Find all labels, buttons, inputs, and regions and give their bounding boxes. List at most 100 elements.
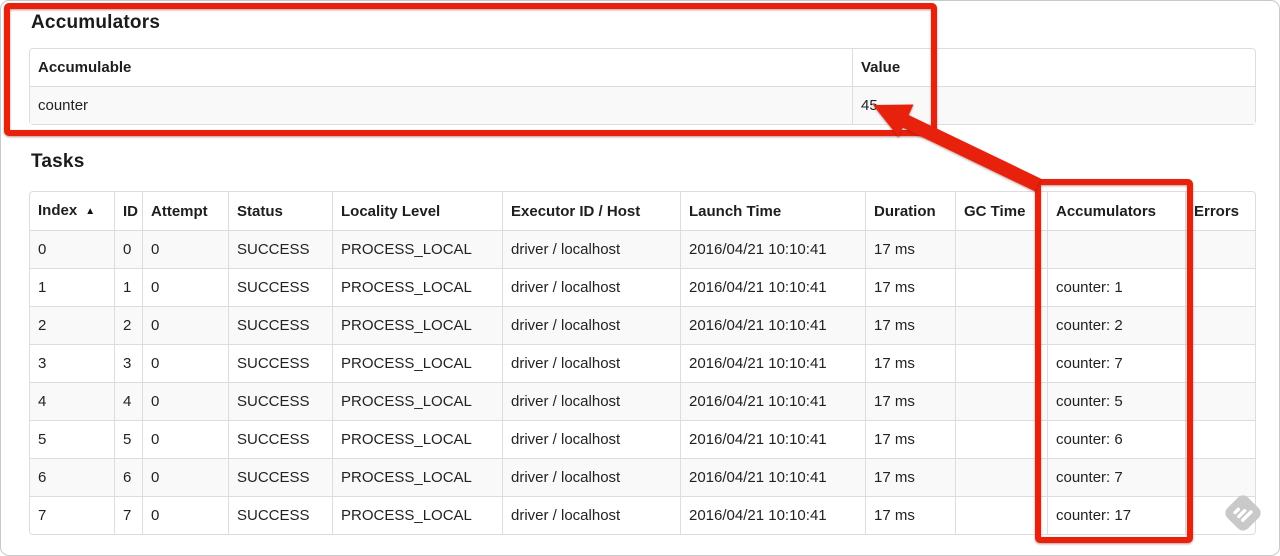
table-cell: counter: 7	[1047, 458, 1185, 496]
table-cell: counter: 7	[1047, 344, 1185, 382]
table-cell: driver / localhost	[502, 306, 680, 344]
column-header-status[interactable]: Status	[228, 192, 332, 230]
column-header-gc-time[interactable]: GC Time	[955, 192, 1047, 230]
table-cell: 2016/04/21 10:10:41	[680, 458, 865, 496]
table-cell: 2016/04/21 10:10:41	[680, 344, 865, 382]
column-header-label: ID	[123, 202, 138, 220]
table-cell: 3	[114, 344, 142, 382]
column-header-locality-level[interactable]: Locality Level	[332, 192, 502, 230]
column-header-label: Locality Level	[341, 202, 441, 220]
table-cell	[1185, 306, 1255, 344]
table-cell: PROCESS_LOCAL	[332, 268, 502, 306]
table-row: 6 6 0 SUCCESS PROCESS_LOCAL driver / localhos…	[30, 458, 1255, 496]
table-cell	[955, 344, 1047, 382]
table-cell: PROCESS_LOCAL	[332, 458, 502, 496]
tasks-table: Index ▲ ID Attempt Status Locality Level Execu…	[29, 191, 1256, 535]
column-header-errors[interactable]: Errors	[1185, 192, 1255, 230]
table-cell: counter: 17	[1047, 496, 1185, 534]
table-cell: 2016/04/21 10:10:41	[680, 382, 865, 420]
accumulators-section-heading: Accumulators	[31, 12, 161, 33]
table-cell: 17 ms	[865, 420, 955, 458]
table-cell: PROCESS_LOCAL	[332, 306, 502, 344]
column-header-label: Accumulators	[1056, 202, 1157, 220]
table-cell: 2016/04/21 10:10:41	[680, 306, 865, 344]
table-cell	[955, 496, 1047, 534]
table-cell: SUCCESS	[228, 230, 332, 268]
table-cell: driver / localhost	[502, 382, 680, 420]
table-cell	[955, 420, 1047, 458]
table-cell	[1185, 382, 1255, 420]
table-cell: 4	[30, 382, 114, 420]
table-cell: driver / localhost	[502, 344, 680, 382]
header-row: Index ▲ ID Attempt Status Locality Level Execu…	[30, 192, 1255, 230]
table-row: 0 0 0 SUCCESS PROCESS_LOCAL driver / localhos…	[30, 230, 1255, 268]
table-cell: 4	[114, 382, 142, 420]
table-cell: 0	[142, 496, 228, 534]
table-cell: driver / localhost	[502, 496, 680, 534]
column-header-label: Attempt	[151, 202, 208, 220]
table-cell: PROCESS_LOCAL	[332, 420, 502, 458]
table-cell: 1	[114, 268, 142, 306]
table-cell: 2016/04/21 10:10:41	[680, 496, 865, 534]
column-header-executor-id-host[interactable]: Executor ID / Host	[502, 192, 680, 230]
table-cell: 3	[30, 344, 114, 382]
table-row: 5 5 0 SUCCESS PROCESS_LOCAL driver / localhos…	[30, 420, 1255, 458]
table-cell: counter: 1	[1047, 268, 1185, 306]
table-cell: 5	[30, 420, 114, 458]
table-cell: 6	[30, 458, 114, 496]
header-row: Accumulable Value	[30, 49, 1255, 86]
table-cell: 2016/04/21 10:10:41	[680, 420, 865, 458]
table-cell: 17 ms	[865, 268, 955, 306]
table-cell: 0	[114, 230, 142, 268]
column-header-accumulators[interactable]: Accumulators	[1047, 192, 1185, 230]
table-cell: 17 ms	[865, 382, 955, 420]
table-cell: PROCESS_LOCAL	[332, 230, 502, 268]
table-cell	[955, 230, 1047, 268]
spark-stage-page: Accumulators Accumulable Value counter 45 T…	[0, 0, 1280, 556]
column-header-value[interactable]: Value	[852, 49, 1255, 86]
table-cell	[1185, 230, 1255, 268]
table-cell	[1185, 344, 1255, 382]
table-cell: 0	[142, 306, 228, 344]
table-cell	[1185, 268, 1255, 306]
column-header-label: Index	[38, 202, 78, 219]
table-cell: 17 ms	[865, 496, 955, 534]
column-header-launch-time[interactable]: Launch Time	[680, 192, 865, 230]
table-cell	[955, 268, 1047, 306]
table-cell	[955, 306, 1047, 344]
column-header-label: Executor ID / Host	[511, 202, 641, 220]
table-cell: 0	[142, 420, 228, 458]
table-cell: 5	[114, 420, 142, 458]
table-cell: 17 ms	[865, 230, 955, 268]
table-cell: PROCESS_LOCAL	[332, 382, 502, 420]
table-row: 2 2 0 SUCCESS PROCESS_LOCAL driver / localhos…	[30, 306, 1255, 344]
table-cell: 45	[852, 86, 1255, 124]
table-cell: PROCESS_LOCAL	[332, 496, 502, 534]
sort-ascending-icon: ▲	[85, 206, 96, 217]
table-cell: counter	[30, 86, 852, 124]
table-cell: SUCCESS	[228, 344, 332, 382]
table-cell: 0	[142, 458, 228, 496]
table-cell: counter: 2	[1047, 306, 1185, 344]
table-cell: 2	[30, 306, 114, 344]
table-cell: SUCCESS	[228, 496, 332, 534]
table-cell	[1185, 420, 1255, 458]
table-cell: 0	[142, 268, 228, 306]
table-cell	[1185, 458, 1255, 496]
column-header-index[interactable]: Index ▲	[30, 192, 114, 230]
table-cell: counter: 5	[1047, 382, 1185, 420]
column-header-id[interactable]: ID	[114, 192, 142, 230]
table-cell: 7	[30, 496, 114, 534]
table-cell: SUCCESS	[228, 458, 332, 496]
column-header-attempt[interactable]: Attempt	[142, 192, 228, 230]
column-header-duration[interactable]: Duration	[865, 192, 955, 230]
tasks-section-heading: Tasks	[31, 151, 85, 172]
column-header-label: Value	[861, 59, 901, 76]
table-row: counter 45	[30, 86, 1255, 124]
column-header-accumulable[interactable]: Accumulable	[30, 49, 852, 86]
table-row: 1 1 0 SUCCESS PROCESS_LOCAL driver / localhos…	[30, 268, 1255, 306]
table-row: 7 7 0 SUCCESS PROCESS_LOCAL driver / localhos…	[30, 496, 1255, 534]
table-cell	[1047, 230, 1185, 268]
table-cell: 0	[142, 230, 228, 268]
table-cell: counter: 6	[1047, 420, 1185, 458]
